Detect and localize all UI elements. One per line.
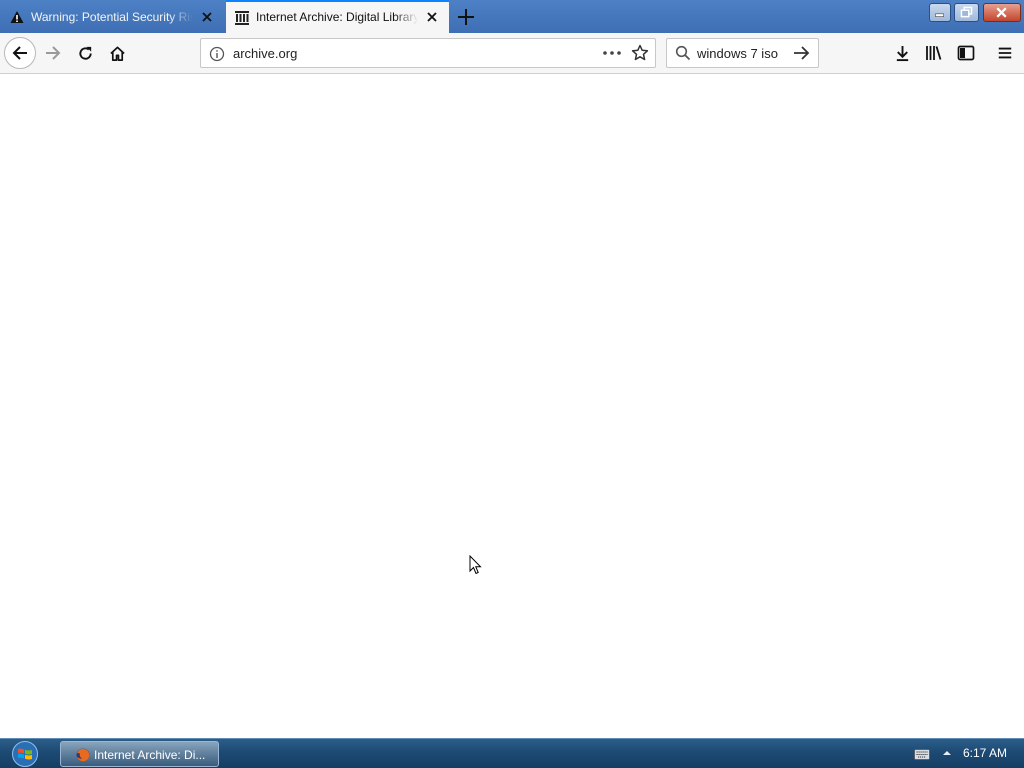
keyboard-icon[interactable] [914,747,930,761]
window-close-button[interactable] [983,3,1021,22]
minimize-icon [935,13,944,17]
start-button-windows-logo-icon[interactable] [6,740,44,768]
menu-button[interactable] [990,39,1020,67]
home-button[interactable] [102,39,132,67]
tab-title: Internet Archive: Digital Library of Fre… [256,10,418,24]
forward-icon [46,46,61,60]
menu-icon [998,47,1012,59]
search-icon [675,45,691,61]
restore-icon [960,6,973,18]
url-text[interactable]: archive.org [233,46,297,61]
navigation-toolbar: archive.org windows 7 iso [0,33,1024,74]
downloads-button[interactable] [887,39,917,67]
show-hidden-icons-arrow-icon[interactable] [941,748,953,758]
search-bar[interactable]: windows 7 iso [666,38,819,68]
close-icon[interactable] [424,9,440,25]
new-tab-plus-icon[interactable] [455,6,477,28]
close-icon[interactable] [199,9,215,25]
library-button[interactable] [919,39,949,67]
more-actions-icon[interactable] [601,45,623,61]
tab-warning[interactable]: Warning: Potential Security Risk Ahead [0,0,225,33]
taskbar-window-button[interactable]: Internet Archive: Di... [60,741,219,767]
reload-icon [78,46,92,60]
tab-title: Warning: Potential Security Risk Ahead [31,10,193,24]
back-icon [12,46,27,60]
forward-button[interactable] [38,39,68,67]
search-go-arrow-icon[interactable] [793,45,811,61]
library-icon [926,46,942,60]
downloads-icon [896,45,908,61]
page-content [0,74,1024,738]
reload-button[interactable] [70,39,100,67]
sidebar-button[interactable] [951,39,981,67]
firefox-icon [76,748,90,762]
home-icon [109,46,125,61]
back-button[interactable] [4,37,36,69]
archive-icon [235,11,249,25]
taskbar: Internet Archive: Di... 6:17 AM [0,738,1024,768]
bookmark-star-icon[interactable] [631,44,649,62]
tab-strip: Warning: Potential Security Risk Ahead I… [0,0,1024,33]
window-minimize-button[interactable] [929,3,951,22]
close-icon [996,7,1007,18]
system-clock[interactable]: 6:17 AM [963,746,1007,760]
tab-internet-archive[interactable]: Internet Archive: Digital Library of Fre… [226,0,449,33]
taskbar-window-label: Internet Archive: Di... [94,748,206,762]
url-bar[interactable]: archive.org [200,38,656,68]
window-restore-button[interactable] [954,3,979,22]
mouse-cursor-icon [469,555,482,575]
info-icon[interactable] [209,46,225,62]
search-input[interactable]: windows 7 iso [697,46,778,61]
warning-icon [10,11,24,23]
sidebar-icon [957,45,975,61]
